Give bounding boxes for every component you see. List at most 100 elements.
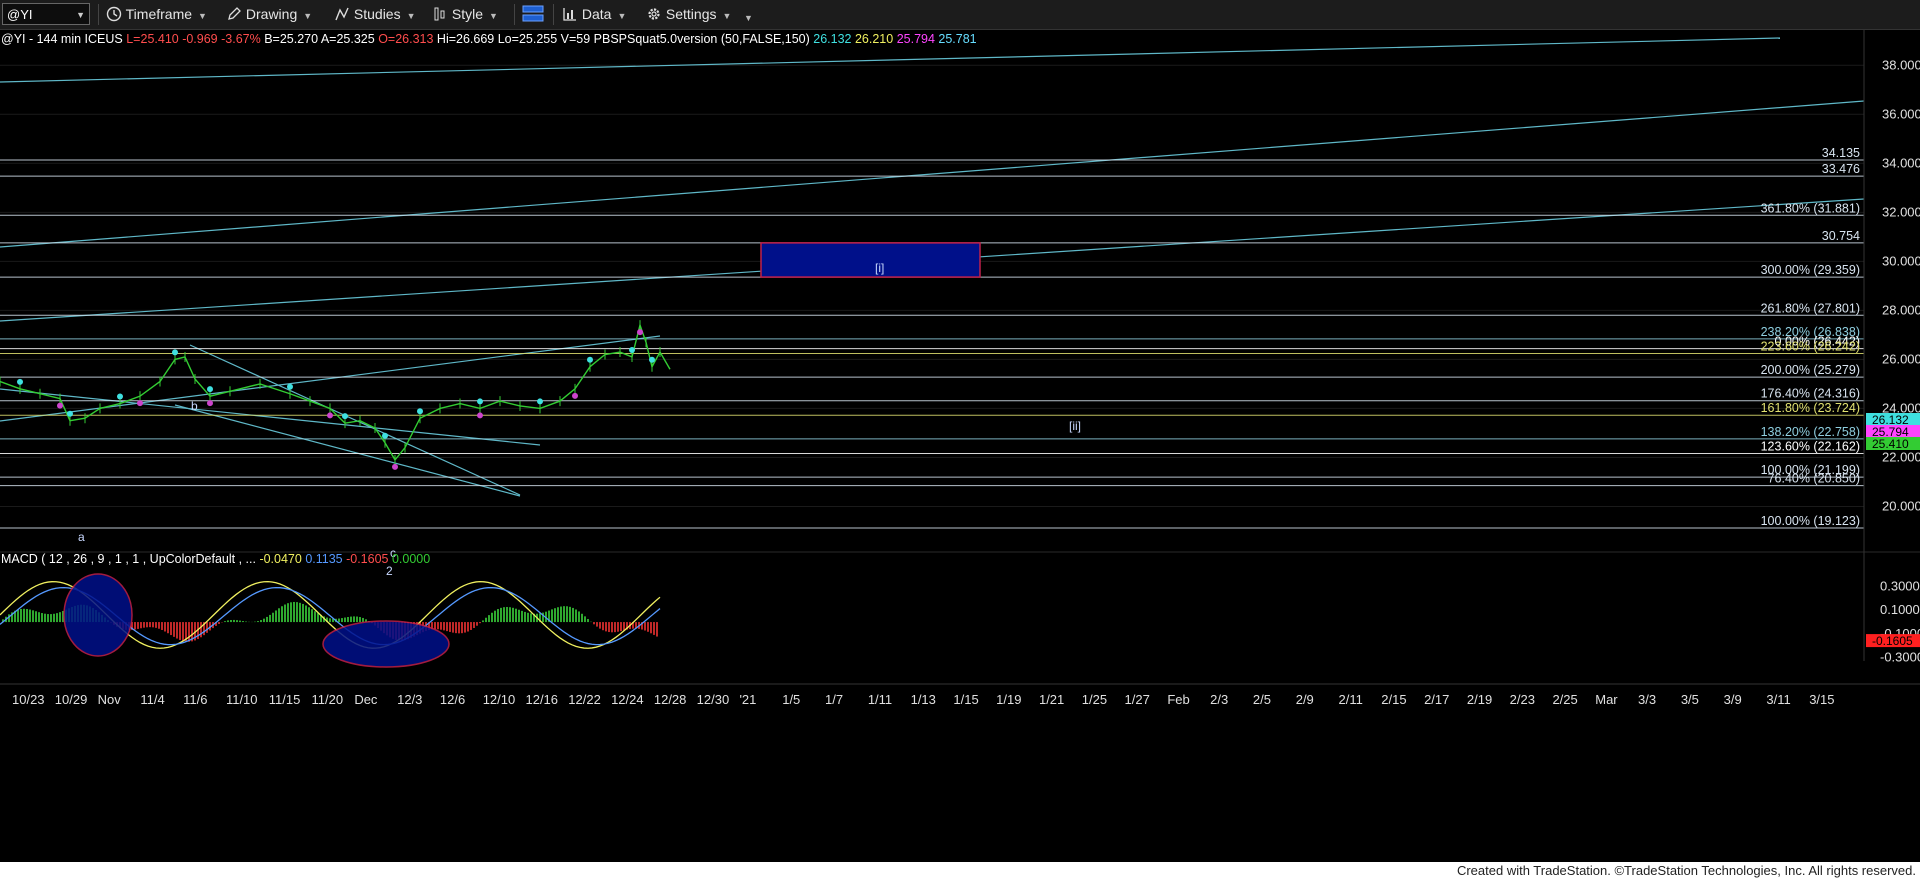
fib-level-label: 100.00% (19.123) — [1761, 514, 1860, 528]
time-tick-label: 12/6 — [440, 692, 465, 707]
time-tick-label: 2/11 — [1339, 692, 1363, 707]
time-tick-label: 1/27 — [1125, 692, 1150, 707]
time-tick-label: 3/3 — [1638, 692, 1656, 707]
signal-dot — [17, 378, 23, 385]
pencil-icon — [228, 7, 241, 20]
price-chart[interactable]: 34.135 33.476 361.80% (31.881) 30.754 300.00… — [0, 29, 1920, 862]
time-tick-label: 12/28 — [654, 692, 687, 707]
header-value: A=25.325 — [321, 32, 378, 46]
fib-level-label: 34.135 — [1822, 146, 1860, 160]
symbol-value: @YI — [7, 7, 33, 22]
header-value: 26.132 — [813, 32, 855, 46]
header-value: 25.781 — [938, 32, 976, 46]
price-tick-label: 30.000 — [1882, 253, 1920, 268]
fib-level-label: 200.00% (25.279) — [1761, 363, 1860, 377]
settings-menu[interactable]: Settings ▼ — [646, 4, 731, 25]
symbol-dropdown-icon[interactable]: ▼ — [76, 4, 85, 26]
time-tick-label: 12/24 — [611, 692, 644, 707]
data-label: Data — [581, 6, 612, 22]
toolbar-separator — [553, 4, 554, 25]
fib-level-label: 76.40% (20.850) — [1768, 472, 1860, 486]
signal-dot — [587, 356, 593, 363]
style-icon — [434, 7, 445, 21]
chevron-down-icon: ▼ — [406, 11, 416, 21]
signal-dot — [342, 413, 348, 420]
time-tick-label: 2/23 — [1510, 692, 1535, 707]
timeframe-menu[interactable]: Timeframe ▼ — [106, 4, 207, 25]
chevron-down-icon: ▼ — [722, 11, 732, 21]
chevron-down-icon: ▼ — [303, 11, 313, 21]
chevron-down-icon: ▼ — [617, 11, 627, 21]
studies-menu[interactable]: Studies ▼ — [334, 4, 416, 25]
fib-level-label: 361.80% (31.881) — [1761, 201, 1860, 215]
time-tick-label: 2/9 — [1296, 692, 1314, 707]
wave-label: b — [191, 399, 198, 413]
last-price-value: 25.410 — [1872, 437, 1909, 451]
signal-dot — [417, 408, 423, 415]
price-axis: 38.000 36.000 34.000 32.000 30.000 28.000 26.0… — [1863, 29, 1920, 661]
fib-level-label: 161.80% (23.724) — [1761, 401, 1860, 415]
macd-tick-label: -0.3000 — [1880, 650, 1920, 665]
target-box — [760, 242, 981, 278]
signal-dot — [207, 386, 213, 393]
drawing-label: Drawing — [245, 6, 298, 22]
study-header: MACD ( 12 , 26 , 9 , 1 , 1 , UpColorDefa… — [1, 552, 430, 566]
time-tick-label: 11/15 — [269, 692, 301, 707]
studies-icon — [335, 7, 349, 21]
macd-tick-label: 0.3000 — [1880, 578, 1920, 593]
signal-dot — [537, 398, 543, 405]
more-menu-icon[interactable]: ▼ — [744, 8, 753, 29]
layout-button[interactable] — [522, 4, 544, 25]
header-value: V=59 — [561, 32, 594, 46]
header-value: B=25.270 — [264, 32, 321, 46]
drawing-menu[interactable]: Drawing ▼ — [226, 4, 312, 25]
signal-dot — [637, 329, 643, 336]
time-tick-label: Nov — [98, 692, 122, 707]
header-value: MACD ( 12 , 26 , 9 , 1 , 1 , UpColorDefa… — [1, 552, 259, 566]
macd-highlight-ellipse — [63, 573, 133, 657]
price-tick-label: 28.000 — [1882, 302, 1920, 317]
signal-dot — [137, 400, 143, 407]
signal-dot — [67, 410, 73, 417]
signal-dot — [629, 346, 635, 353]
time-tick-label: 2/3 — [1210, 692, 1228, 707]
header-value: 0.1135 — [305, 552, 346, 566]
time-tick-label: 12/16 — [525, 692, 558, 707]
header-value: PBSPSquat5.0version (50,FALSE,150) — [594, 32, 814, 46]
price-tick-label: 22.000 — [1882, 449, 1920, 464]
time-tick-label: 1/7 — [825, 692, 843, 707]
time-tick-label: 10/29 — [55, 692, 88, 707]
header-value: L=25.410 -0.969 -3.67% — [126, 32, 264, 46]
wave-label: a — [78, 530, 85, 544]
time-tick-label: 12/30 — [697, 692, 730, 707]
header-value: 26.210 — [855, 32, 897, 46]
fib-levels: 34.135 33.476 361.80% (31.881) 30.754 300.00… — [0, 146, 1864, 529]
time-tick-label: 2/25 — [1552, 692, 1577, 707]
time-tick-label: 2/17 — [1424, 692, 1449, 707]
style-menu[interactable]: Style ▼ — [432, 4, 498, 25]
symbol-input[interactable]: @YI ▼ — [2, 3, 90, 25]
header-value: Lo=25.255 — [498, 32, 561, 46]
data-icon — [563, 8, 576, 21]
wave-label: [ii] — [1069, 419, 1081, 433]
fib-level-label: 261.80% (27.801) — [1761, 301, 1860, 315]
time-tick-label: 2/15 — [1381, 692, 1406, 707]
time-tick-label: 11/4 — [140, 692, 164, 707]
header-value: 0.0000 — [392, 552, 430, 566]
signal-dot — [327, 412, 333, 419]
footer: Created with TradeStation. ©TradeStation… — [0, 862, 1920, 879]
header-value: -0.0470 — [259, 552, 305, 566]
time-tick-label: 3/15 — [1809, 692, 1834, 707]
time-tick-label: 1/13 — [911, 692, 936, 707]
time-tick-label: 2/5 — [1253, 692, 1271, 707]
fib-level-label: 300.00% (29.359) — [1761, 263, 1860, 277]
settings-label: Settings — [665, 6, 717, 22]
data-menu[interactable]: Data ▼ — [562, 4, 626, 25]
chevron-down-icon: ▼ — [198, 11, 207, 21]
time-tick-label: 1/5 — [782, 692, 800, 707]
signal-dot — [382, 432, 388, 439]
layout-icon — [522, 5, 544, 22]
fib-level-label: 123.60% (22.162) — [1761, 439, 1860, 453]
price-tick-label: 32.000 — [1882, 204, 1920, 219]
gear-icon — [648, 8, 660, 20]
